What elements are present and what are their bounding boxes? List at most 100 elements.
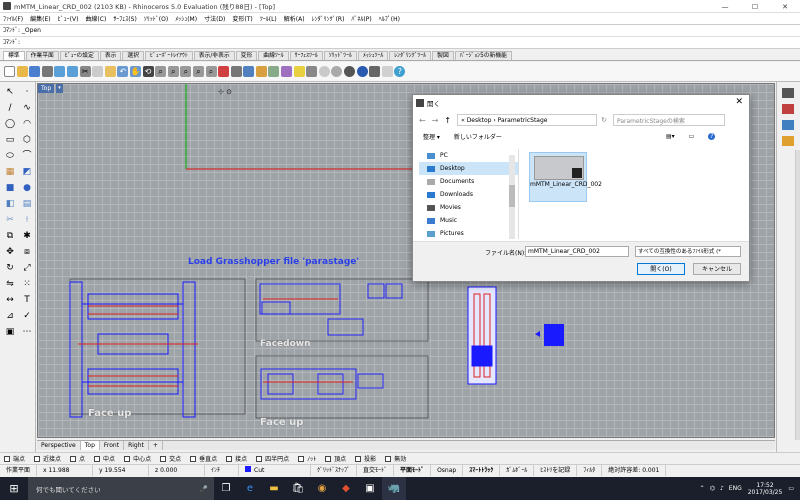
clock[interactable]: 17:52 2017/03/25 — [748, 482, 783, 496]
box-icon[interactable]: ■ — [3, 182, 17, 195]
menu-solid[interactable]: ｿﾘｯﾄﾞ(O) — [144, 14, 168, 23]
scale-icon[interactable]: ⤢ — [20, 262, 34, 275]
rectangle-icon[interactable]: ▭ — [3, 134, 17, 147]
maximize-button[interactable]: ☐ — [740, 0, 770, 13]
point-icon[interactable]: · — [20, 86, 34, 99]
tab-new-in-v5[interactable]: ﾊﾞｰｼﾞｮﾝ5の新機能 — [454, 51, 512, 60]
osnap-vertex[interactable]: 頂点 — [325, 454, 346, 463]
status-grid-snap[interactable]: ｸﾞﾘｯﾄﾞｽﾅｯﾌﾟ — [311, 465, 358, 476]
open-button[interactable]: 開く(O) — [637, 263, 685, 275]
osnap-knot[interactable]: ﾉｯﾄ — [298, 454, 316, 463]
menu-dimension[interactable]: 寸法(D) — [204, 14, 225, 23]
organize-button[interactable]: 整理 ▾ — [423, 132, 440, 141]
copy-icon[interactable] — [92, 66, 104, 77]
tree-music[interactable]: Music — [419, 214, 518, 227]
file-item[interactable]: mMTM_Linear_CRD_002 — [529, 152, 602, 202]
cancel-button[interactable]: キャンセル — [693, 263, 741, 275]
zoom-extents-icon[interactable]: ⌕ — [180, 66, 192, 77]
osnap-disable[interactable]: 無効 — [385, 454, 406, 463]
tab-mesh-tools[interactable]: ﾒｯｼｭﾂｰﾙ — [357, 51, 389, 60]
osnap-quadrant[interactable]: 四半円点 — [256, 454, 289, 463]
select-all-icon[interactable] — [255, 66, 267, 77]
panel-icon-4[interactable] — [782, 136, 794, 146]
zoom-all-icon[interactable]: ⌕ — [205, 66, 217, 77]
arc-icon[interactable]: ◠ — [20, 118, 34, 131]
edge-browser-icon[interactable]: e — [238, 477, 262, 500]
tab-render-tools[interactable]: ﾚﾝﾀﾞﾘﾝｸﾞﾂｰﾙ — [389, 51, 432, 60]
tab-viewport-layout[interactable]: ﾋﾞｭｰﾎﾟｰﾄﾚｲｱｳﾄ — [145, 51, 193, 60]
minimize-button[interactable]: — — [710, 0, 740, 13]
view-options-icon[interactable]: ▤▾ — [666, 133, 675, 140]
panel-scrollbar[interactable] — [795, 150, 800, 440]
rendered-sphere-icon[interactable] — [344, 66, 356, 77]
refresh-icon[interactable]: ↻ — [601, 116, 607, 124]
address-bar[interactable]: « Desktop › ParametricStage — [457, 114, 598, 126]
fillet-icon[interactable]: ⌒ — [20, 150, 34, 163]
tree-pictures[interactable]: Pictures — [419, 227, 518, 239]
tree-movies[interactable]: Movies — [419, 201, 518, 214]
command-input[interactable]: ｺﾏﾝﾄﾞ: — [0, 37, 800, 49]
store-icon[interactable]: 🛍 — [286, 477, 310, 500]
tab-standard[interactable]: 標準 — [3, 51, 25, 60]
menu-mesh[interactable]: ﾒｯｼｭ(M) — [175, 14, 197, 23]
tray-up-arrow-icon[interactable]: ⌃ — [700, 485, 705, 492]
help-icon[interactable]: ? — [394, 66, 406, 77]
tab-right[interactable]: Right — [124, 441, 149, 450]
select-arrow-icon[interactable]: ↖ — [3, 86, 17, 99]
osnap-project[interactable]: 投影 — [355, 454, 376, 463]
material-icon[interactable] — [369, 66, 381, 77]
status-cplane[interactable]: 作業平面 — [0, 465, 38, 476]
open-folder-icon[interactable] — [16, 66, 28, 77]
new-file-icon[interactable] — [4, 66, 15, 77]
app-icon-red[interactable]: ◆ — [334, 477, 358, 500]
tab-visibility[interactable]: 表示/非表示 — [193, 51, 235, 60]
shaded-sphere-icon[interactable] — [331, 66, 343, 77]
new-folder-button[interactable]: 新しいフォルダー — [454, 132, 502, 141]
osnap-intersection[interactable]: 交点 — [160, 454, 181, 463]
grid-icon[interactable] — [268, 66, 280, 77]
viewport-layout-icon[interactable] — [218, 66, 230, 77]
tree-documents[interactable]: Documents — [419, 175, 518, 188]
windows-start-icon[interactable]: ⊞ — [0, 477, 28, 500]
menu-surface[interactable]: ｻｰﾌｪｽ(S) — [113, 14, 137, 23]
circle-icon[interactable]: ◯ — [3, 118, 17, 131]
tree-desktop[interactable]: Desktop — [419, 162, 518, 175]
print-icon[interactable] — [41, 66, 53, 77]
tab-set-view[interactable]: ﾋﾞｭｰの設定 — [59, 51, 99, 60]
undo-icon[interactable]: ↶ — [117, 66, 129, 77]
status-layer[interactable]: Cut — [239, 465, 312, 476]
cplane-icon[interactable] — [243, 66, 255, 77]
layout-icon[interactable]: ▣ — [3, 326, 17, 339]
tab-transform[interactable]: 変形 — [235, 51, 258, 60]
osnap-center[interactable]: 中心点 — [124, 454, 151, 463]
volume-icon[interactable]: ♪ — [720, 485, 724, 492]
tree-downloads[interactable]: Downloads — [419, 188, 518, 201]
taskbar-search[interactable]: 何でも聞いてください 🎤 — [28, 477, 214, 500]
dialog-search-input[interactable]: ParametricStageの検索 — [612, 114, 725, 126]
copy-move-icon[interactable]: ⧈ — [20, 246, 34, 259]
rotate-icon[interactable]: ↻ — [3, 262, 17, 275]
lock-icon[interactable] — [306, 66, 318, 77]
analyze-icon[interactable]: ⊿ — [3, 310, 17, 323]
tab-curve-tools[interactable]: 曲線ﾂｰﾙ — [258, 51, 289, 60]
light-bulb-icon[interactable] — [293, 66, 305, 77]
osnap-tangent[interactable]: 接点 — [226, 454, 247, 463]
preview-pane-icon[interactable]: ▭ — [689, 133, 695, 140]
rotate-view-icon[interactable]: ⟲ — [142, 66, 154, 77]
menu-panels[interactable]: ﾊﾟﾈﾙ(P) — [351, 14, 371, 23]
tab-drafting[interactable]: 製図 — [432, 51, 454, 60]
sphere-icon[interactable]: ● — [20, 182, 34, 195]
app-icon-generic[interactable]: ▣ — [358, 477, 382, 500]
menu-transform[interactable]: 変形(T) — [232, 14, 252, 23]
tab-select[interactable]: 選択 — [122, 51, 145, 60]
tab-solid-tools[interactable]: ｿﾘｯﾄﾞﾂｰﾙ — [323, 51, 357, 60]
render-icon[interactable] — [356, 66, 368, 77]
polyline-icon[interactable]: ∕ — [3, 102, 17, 115]
network-icon[interactable]: ⌬ — [710, 485, 715, 492]
ellipse-icon[interactable]: ⬭ — [3, 150, 17, 163]
close-button[interactable]: ✕ — [770, 0, 800, 13]
four-viewports-icon[interactable] — [230, 66, 242, 77]
paste-icon[interactable] — [104, 66, 116, 77]
surface-icon[interactable]: ▦ — [3, 166, 17, 179]
extrude-icon[interactable]: ◩ — [20, 166, 34, 179]
